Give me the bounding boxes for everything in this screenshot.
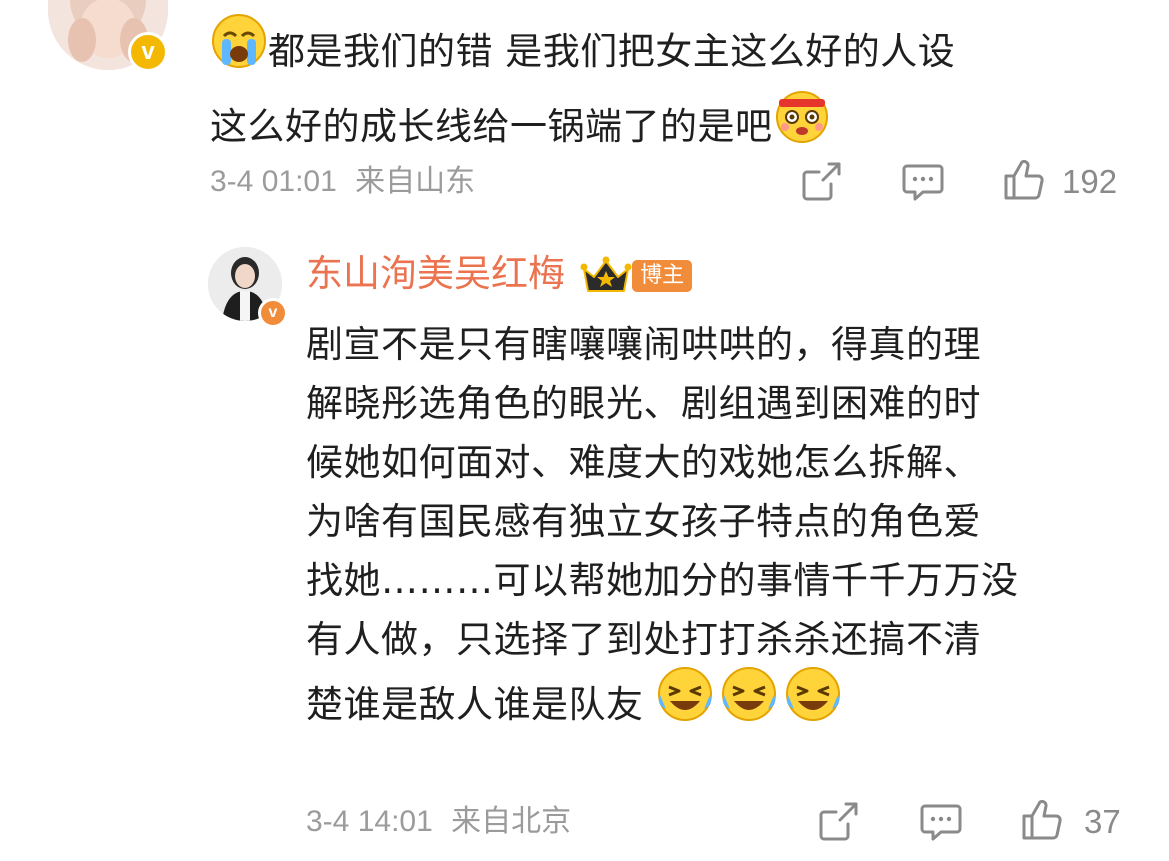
- comment-text: 都是我们的错 是我们把女主这么好的人设 这么好的成长线给一锅端了的是吧: [210, 14, 1150, 166]
- like-count: 192: [1062, 163, 1118, 200]
- comment-line-2: 这么好的成长线给一锅端了的是吧: [210, 105, 773, 148]
- headband-face-icon: [773, 87, 831, 162]
- reply-text: 剧宣不是只有瞎嚷嚷闹哄哄的，得真的理 解晓彤选角色的眼光、剧组遇到困难的时 候她…: [306, 315, 1146, 744]
- verified-badge-icon: v: [258, 298, 288, 328]
- reply-line: 楚谁是敌人谁是队友: [306, 683, 644, 726]
- thumbs-up-icon: [1022, 799, 1062, 840]
- reply-line: 候她如何面对、难度大的戏她怎么拆解、: [306, 441, 981, 484]
- loudly-crying-face-icon: [210, 12, 268, 87]
- location: 来自北京: [451, 805, 572, 838]
- timestamp: 3-4 01:01: [210, 165, 337, 198]
- reply-header: 东山洵美吴红梅 博主: [306, 252, 693, 305]
- share-icon: [819, 802, 858, 841]
- comment-button[interactable]: [919, 800, 963, 848]
- comment-icon: [920, 804, 962, 841]
- reply-line: 有人做，只选择了到处打打杀杀还搞不清: [306, 618, 981, 661]
- blogger-tag: 博主: [632, 259, 693, 292]
- comment-line-1: 都是我们的错 是我们把女主这么好的人设: [268, 30, 956, 73]
- reply-line: 找她………可以帮她加分的事情千千万万没: [306, 559, 1019, 602]
- share-button[interactable]: [818, 800, 860, 846]
- share-icon: [802, 162, 841, 201]
- like-count: 37: [1084, 803, 1121, 840]
- comment-icon: [902, 164, 944, 201]
- comment-button[interactable]: [901, 160, 945, 208]
- like-button[interactable]: [1002, 158, 1046, 206]
- author-name[interactable]: 东山洵美吴红梅: [306, 252, 565, 295]
- location: 来自山东: [355, 165, 476, 198]
- like-button[interactable]: [1020, 798, 1064, 846]
- reply-meta: 3-4 14:01 来自北京: [306, 804, 571, 840]
- thumbs-up-icon: [1004, 159, 1044, 200]
- laughing-crying-face-icon: [656, 665, 714, 740]
- timestamp: 3-4 14:01: [306, 805, 433, 838]
- reply-line: 解晓彤选角色的眼光、剧组遇到困难的时: [306, 382, 981, 425]
- share-button[interactable]: [801, 160, 843, 206]
- reply-line: 剧宣不是只有瞎嚷嚷闹哄哄的，得真的理: [306, 323, 981, 366]
- reply-line: 为啥有国民感有独立女孩子特点的角色爱: [306, 500, 981, 543]
- verified-badge-icon: v: [128, 32, 168, 72]
- laughing-crying-face-icon: [784, 665, 842, 740]
- crown-icon: [580, 255, 632, 301]
- comment-meta: 3-4 01:01 来自山东: [210, 164, 475, 200]
- laughing-crying-face-icon: [720, 665, 778, 740]
